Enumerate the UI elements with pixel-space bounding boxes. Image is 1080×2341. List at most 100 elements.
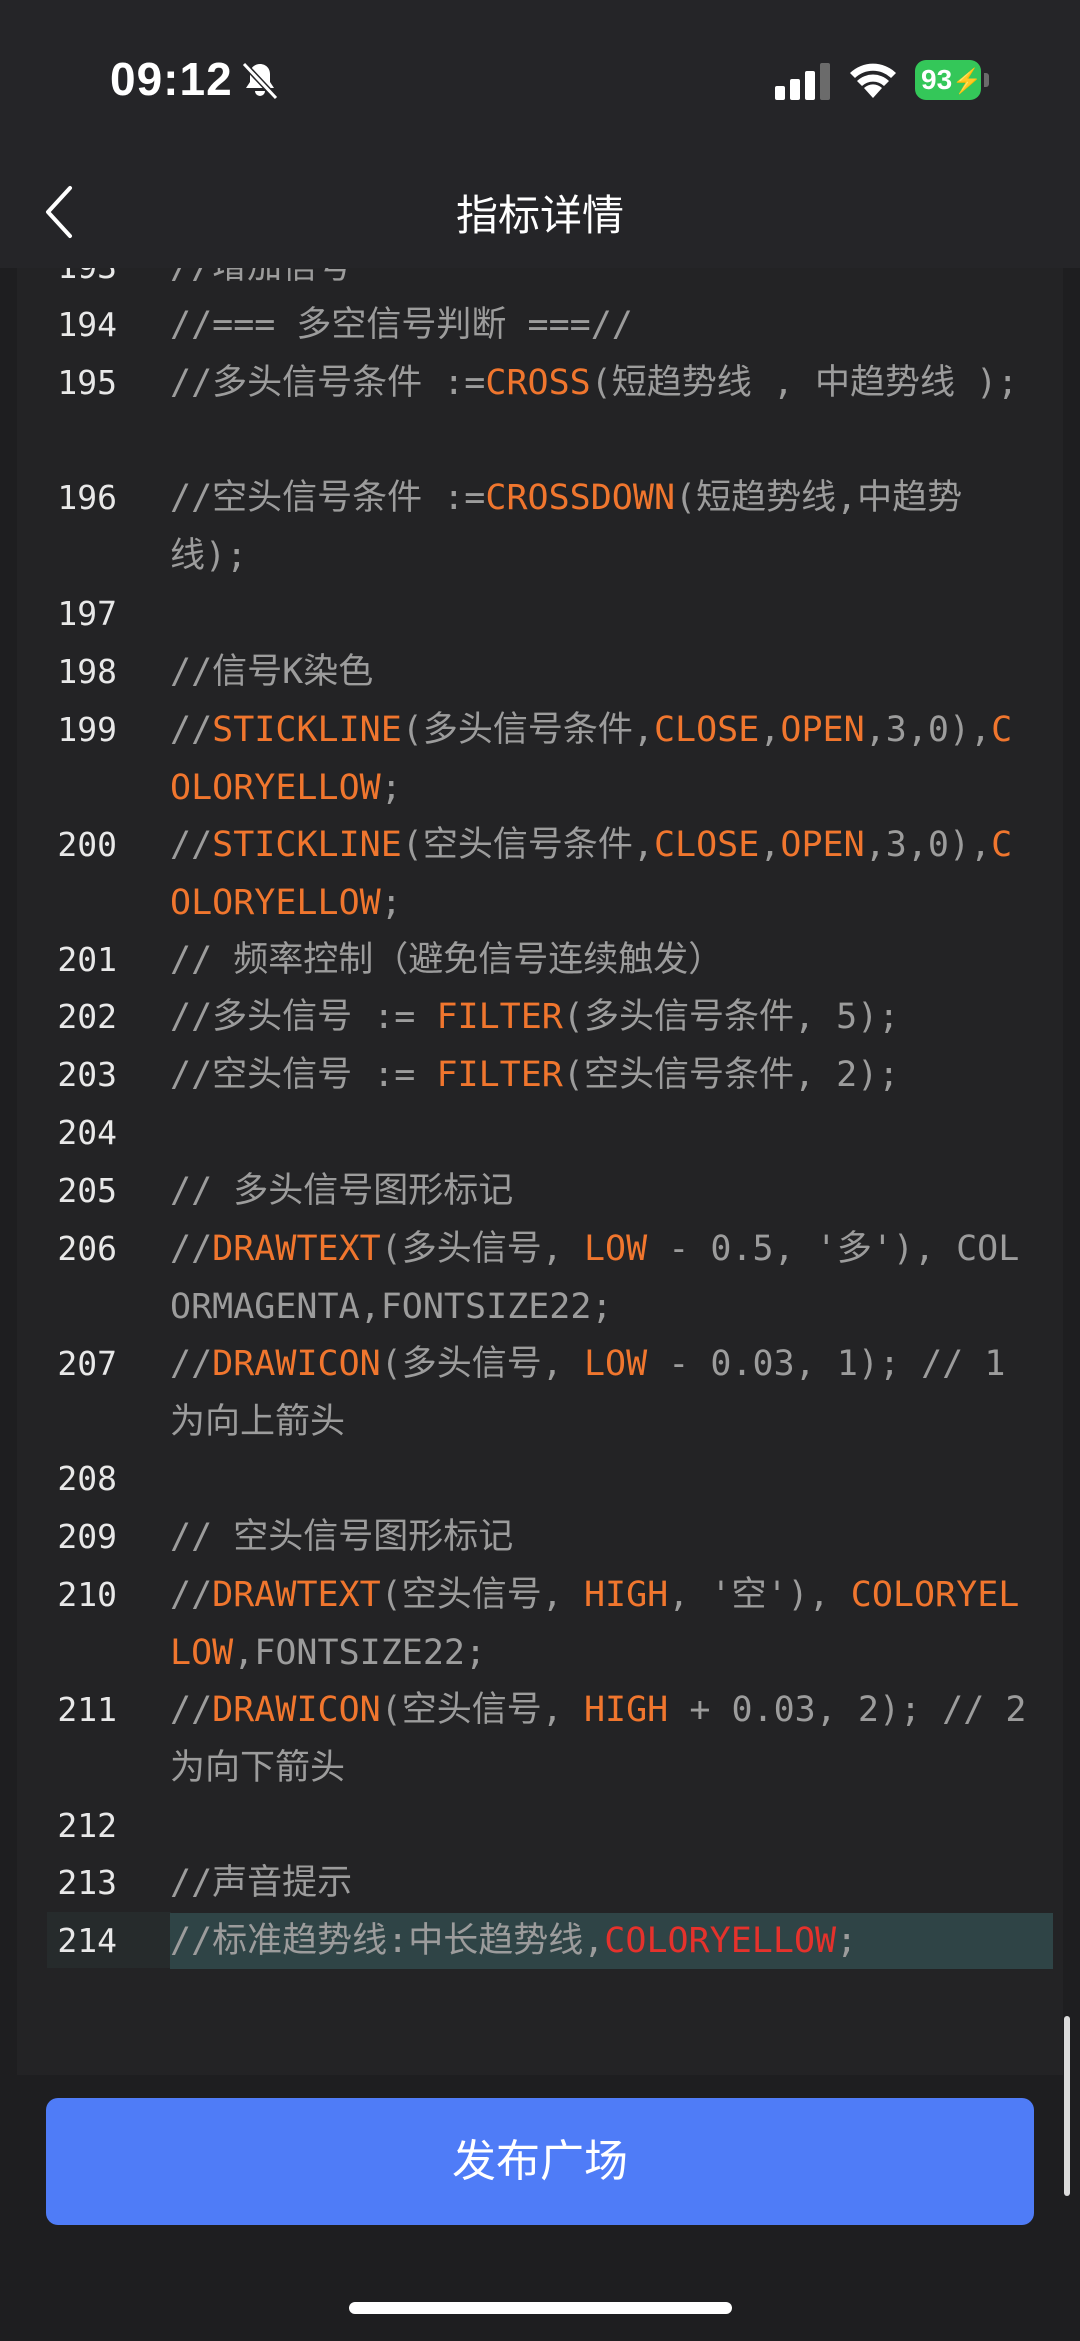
code-line[interactable]: 201 // 频率控制（避免信号连续触发）: [17, 931, 1063, 989]
keyword: OPEN: [780, 710, 865, 750]
keyword: CLOSE: [653, 710, 760, 750]
code-segment: //多头信号 :=: [170, 997, 437, 1037]
code-text: //DRAWTEXT(多头信号, LOW - 0.5, '多'), COLORM…: [170, 1220, 1030, 1336]
code-segment: //信号K染色: [170, 652, 374, 692]
code-text: // 空头信号图形标记: [170, 1508, 1030, 1566]
keyword: CROSSDOWN: [485, 478, 676, 518]
line-number: 197: [57, 594, 117, 633]
code-text: //增加信号: [170, 268, 1030, 296]
line-number: 214: [57, 1921, 117, 1960]
status-bar: 09:12 93⚡: [0, 0, 1080, 160]
code-line[interactable]: 196 //空头信号条件 :=CROSSDOWN(短趋势线,中趋势线);: [17, 469, 1063, 585]
code-line[interactable]: 197: [17, 585, 1063, 643]
code-segment: //标准趋势线:中长趋势线,: [170, 1921, 605, 1961]
code-segment: (多头信号,: [380, 1344, 584, 1384]
code-segment: ;: [380, 768, 402, 808]
code-line[interactable]: 200 //STICKLINE(空头信号条件,CLOSE,OPEN,3,0),CO…: [17, 816, 1063, 932]
code-segment: ,FONTSIZE22;: [233, 1633, 487, 1673]
code-segment: // 频率控制（避免信号连续触发）: [170, 940, 724, 980]
keyword: STICKLINE: [212, 710, 402, 750]
keyword: DRAWTEXT: [212, 1575, 381, 1615]
keyword: LOW: [583, 1344, 648, 1384]
code-line[interactable]: 198 //信号K染色: [17, 643, 1063, 701]
code-segment: //: [170, 1344, 213, 1384]
code-text: //空头信号 := FILTER(空头信号条件, 2);: [170, 1046, 1030, 1104]
line-number: 203: [57, 1055, 117, 1094]
code-segment: //: [170, 1229, 213, 1269]
code-segment: //空头信号条件 :=: [170, 478, 486, 518]
status-time: 09:12: [110, 53, 233, 105]
code-segment: ,3,0),: [864, 825, 992, 865]
code-text: //DRAWICON(空头信号, HIGH + 0.03, 2); // 2 为…: [170, 1681, 1030, 1797]
code-segment: (短趋势线 , 中趋势线 );: [590, 363, 1019, 403]
code-segment: (空头信号条件, 2);: [562, 1055, 900, 1095]
code-segment: ,: [759, 710, 781, 750]
page-title: 指标详情: [455, 191, 624, 240]
keyword: FILTER: [436, 997, 563, 1037]
code-segment: (空头信号条件,: [401, 825, 654, 865]
keyword: HIGH: [583, 1575, 669, 1615]
line-number: 208: [57, 1459, 117, 1498]
line-number: 209: [57, 1517, 117, 1556]
code-line[interactable]: 204: [17, 1104, 1063, 1162]
code-line[interactable]: 210 //DRAWTEXT(空头信号, HIGH, '空'), COLORYEL…: [17, 1566, 1063, 1682]
code-segment: (空头信号,: [380, 1690, 584, 1730]
battery-icon: 93⚡: [915, 60, 991, 100]
battery-cap: [984, 73, 989, 87]
code-segment: (空头信号,: [380, 1575, 584, 1615]
code-text: //=== 多空信号判断 ===//: [170, 296, 1030, 354]
keyword: LOW: [583, 1229, 648, 1269]
line-number: 205: [57, 1171, 117, 1210]
code-line[interactable]: 194 //=== 多空信号判断 ===//: [17, 296, 1063, 354]
keyword: DRAWICON: [212, 1690, 381, 1730]
code-editor[interactable]: 193 //增加信号 194 //=== 多空信号判断 ===// 195 //多头信号条…: [17, 268, 1063, 2075]
navigation-bar: 指标详情: [0, 160, 1080, 268]
home-indicator: [349, 2302, 732, 2314]
code-segment: //增加信号: [170, 268, 352, 287]
code-segment: ,: [759, 825, 781, 865]
code-text: //STICKLINE(空头信号条件,CLOSE,OPEN,3,0),COLOR…: [170, 816, 1030, 932]
line-number: 202: [57, 997, 117, 1036]
line-number: 195: [57, 363, 117, 402]
code-segment: //声音提示: [170, 1863, 353, 1903]
line-number: 212: [57, 1806, 117, 1845]
keyword: OPEN: [780, 825, 865, 865]
code-segment: //=== 多空信号判断 ===//: [170, 305, 633, 345]
keyword: FILTER: [436, 1055, 563, 1095]
code-line[interactable]: 195 //多头信号条件 :=CROSS(短趋势线 , 中趋势线 );: [17, 354, 1063, 470]
line-number: 206: [57, 1229, 117, 1268]
code-line[interactable]: 205 // 多头信号图形标记: [17, 1162, 1063, 1220]
code-line[interactable]: 214 //标准趋势线:中长趋势线,COLORYELLOW;: [17, 1912, 1063, 1970]
code-line[interactable]: 199 //STICKLINE(多头信号条件,CLOSE,OPEN,3,0),CO…: [17, 701, 1063, 817]
keyword: DRAWTEXT: [212, 1229, 381, 1269]
code-segment: //: [170, 825, 213, 865]
code-line[interactable]: 212: [17, 1797, 1063, 1855]
code-segment: (多头信号条件, 5);: [562, 997, 900, 1037]
keyword: HIGH: [583, 1690, 669, 1730]
code-segment: (多头信号,: [380, 1229, 584, 1269]
code-text: // 频率控制（避免信号连续触发）: [170, 931, 1030, 989]
bell-muted-icon: [241, 61, 279, 101]
code-line[interactable]: 211 //DRAWICON(空头信号, HIGH + 0.03, 2); // …: [17, 1681, 1063, 1797]
cellular-signal-icon: [775, 63, 830, 100]
scrollbar[interactable]: [1064, 2016, 1070, 2196]
code-line[interactable]: 202 //多头信号 := FILTER(多头信号条件, 5);: [17, 988, 1063, 1046]
code-line[interactable]: 206 //DRAWTEXT(多头信号, LOW - 0.5, '多'), COL…: [17, 1220, 1063, 1336]
code-text: //多头信号条件 :=CROSS(短趋势线 , 中趋势线 );: [170, 354, 1030, 412]
line-number: 198: [57, 652, 117, 691]
code-line[interactable]: 203 //空头信号 := FILTER(空头信号条件, 2);: [17, 1046, 1063, 1104]
code-line[interactable]: 213 //声音提示: [17, 1854, 1063, 1912]
code-line[interactable]: 209 // 空头信号图形标记: [17, 1508, 1063, 1566]
code-line[interactable]: 193 //增加信号: [17, 268, 1063, 296]
code-segment: , '空'),: [668, 1575, 851, 1615]
code-text: //DRAWICON(多头信号, LOW - 0.03, 1); // 1 为向…: [170, 1335, 1030, 1451]
code-line[interactable]: 208: [17, 1450, 1063, 1508]
line-number: 211: [57, 1690, 117, 1729]
publish-button[interactable]: 发布广场: [46, 2098, 1034, 2225]
code-line[interactable]: 207 //DRAWICON(多头信号, LOW - 0.03, 1); // 1…: [17, 1335, 1063, 1451]
code-text: //多头信号 := FILTER(多头信号条件, 5);: [170, 988, 1030, 1046]
code-text: // 多头信号图形标记: [170, 1162, 1030, 1220]
line-number: 201: [57, 940, 117, 979]
code-segment: (多头信号条件,: [401, 710, 654, 750]
keyword: CLOSE: [653, 825, 760, 865]
